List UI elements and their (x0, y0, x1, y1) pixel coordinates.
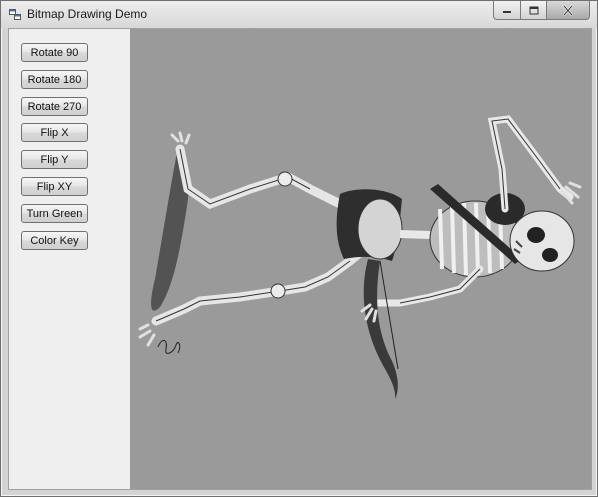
close-icon (563, 4, 573, 16)
caption-buttons (493, 1, 590, 21)
flip-y-button[interactable]: Flip Y (21, 150, 88, 169)
turn-green-button[interactable]: Turn Green (21, 204, 88, 223)
app-window: Bitmap Drawing Demo Rotate 90 Rotate 180… (0, 0, 598, 497)
flip-xy-button[interactable]: Flip XY (21, 177, 88, 196)
color-key-button[interactable]: Color Key (21, 231, 88, 250)
rotate-180-button[interactable]: Rotate 180 (21, 70, 88, 89)
title-bar[interactable]: Bitmap Drawing Demo (1, 1, 597, 28)
flip-x-button[interactable]: Flip X (21, 123, 88, 142)
rotate-90-button[interactable]: Rotate 90 (21, 43, 88, 62)
client-area: Rotate 90 Rotate 180 Rotate 270 Flip X F… (8, 28, 592, 490)
maximize-icon (529, 6, 538, 14)
maximize-button[interactable] (520, 1, 546, 20)
window-title: Bitmap Drawing Demo (27, 7, 148, 21)
app-icon[interactable] (9, 9, 21, 20)
rotate-270-button[interactable]: Rotate 270 (21, 97, 88, 116)
minimize-icon (503, 11, 511, 13)
drawing-canvas[interactable] (130, 29, 591, 489)
skeleton-archer-image (138, 115, 582, 399)
minimize-button[interactable] (493, 1, 520, 20)
close-button[interactable] (546, 1, 590, 20)
button-panel: Rotate 90 Rotate 180 Rotate 270 Flip X F… (9, 29, 130, 489)
